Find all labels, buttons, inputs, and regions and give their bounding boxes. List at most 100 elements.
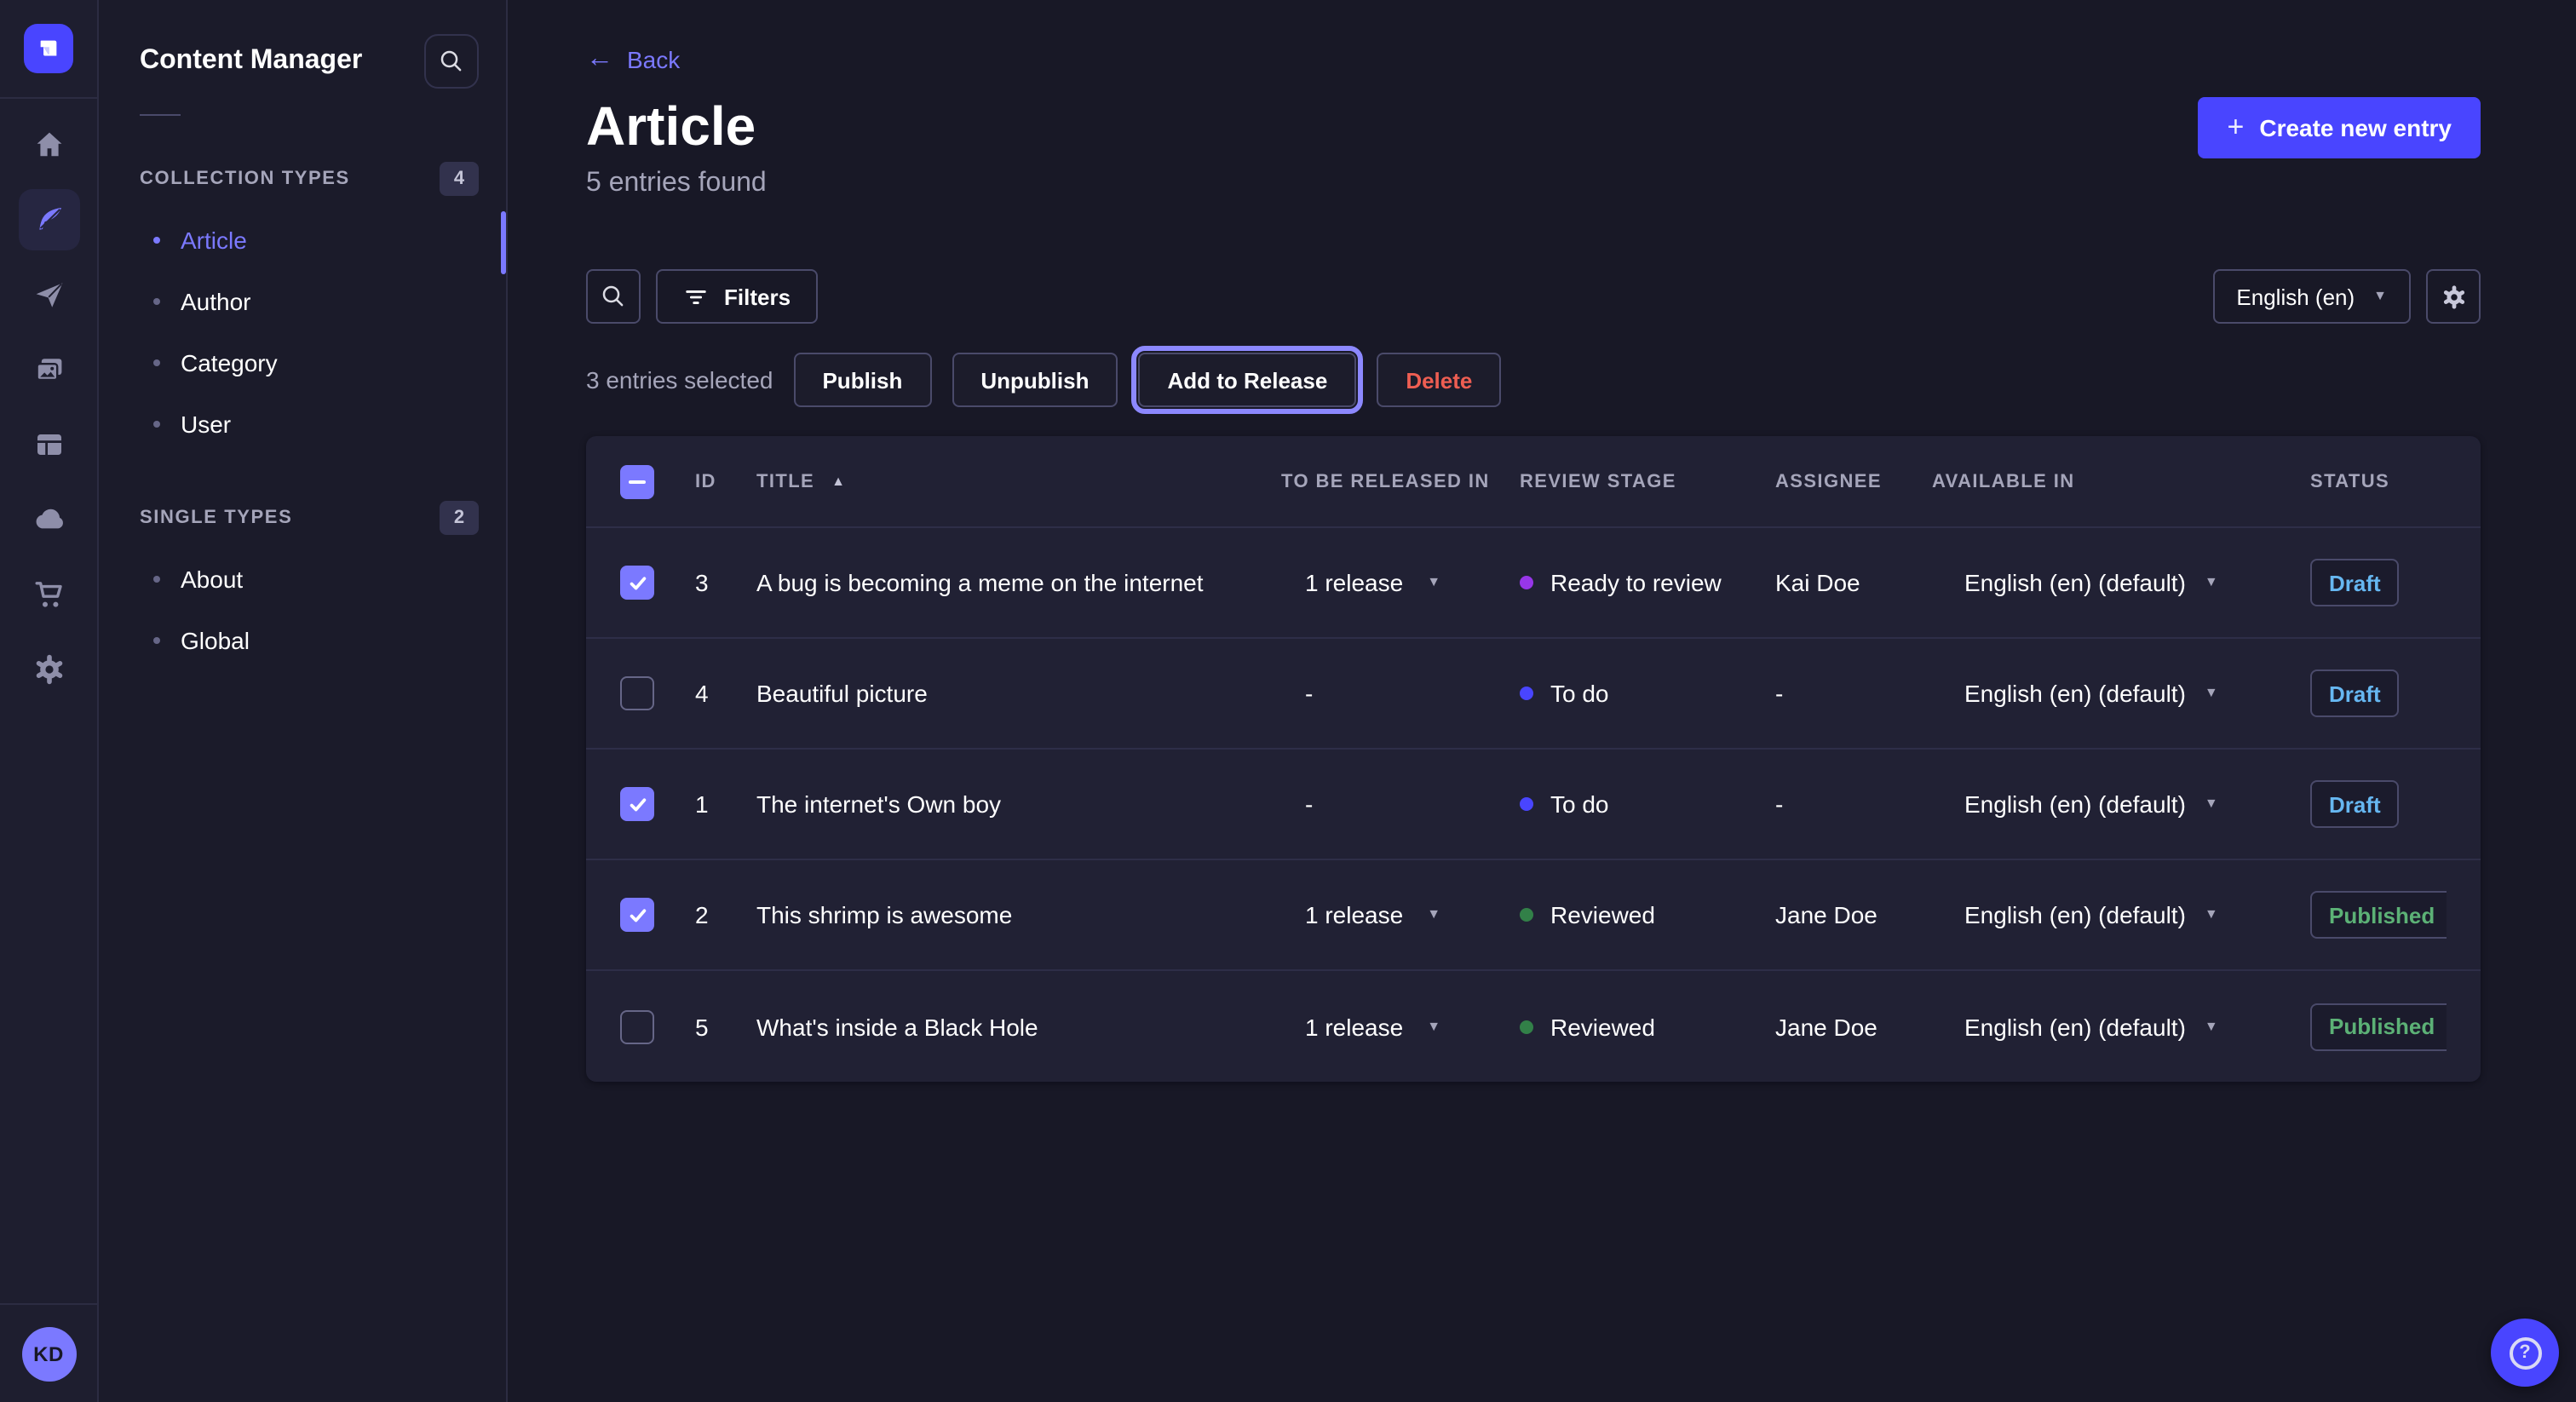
col-assignee: ASSIGNEE (1775, 471, 1932, 491)
select-all-checkbox[interactable] (620, 464, 654, 498)
subnav-item-about[interactable]: About (99, 549, 506, 610)
content-manager-icon[interactable] (18, 189, 79, 250)
selection-bar: 3 entries selected Publish Unpublish Add… (586, 351, 1501, 409)
release-cell[interactable]: 1 release ▼ (1281, 901, 1520, 928)
search-entries-button[interactable] (586, 269, 641, 324)
media-library-icon[interactable] (18, 339, 79, 400)
bullet-icon (153, 421, 160, 428)
filter-icon (683, 284, 709, 309)
release-cell[interactable]: - ▼ (1281, 680, 1520, 707)
release-cell[interactable]: 1 release ▼ (1281, 569, 1520, 596)
section-count-badge: 2 (440, 501, 479, 535)
chevron-down-icon[interactable]: ▼ (1427, 1020, 1440, 1033)
filters-button[interactable]: Filters (656, 269, 818, 324)
create-new-entry-button[interactable]: + Create new entry (2198, 97, 2481, 158)
available-in-cell[interactable]: English (en) (default) ▼ (1932, 680, 2310, 707)
subnav-item-article[interactable]: Article (99, 210, 506, 271)
subnav-item-category[interactable]: Category (99, 332, 506, 394)
chevron-down-icon[interactable]: ▼ (2205, 1020, 2218, 1033)
add-to-release-button[interactable]: Add to Release (1138, 353, 1356, 407)
search-button[interactable] (424, 34, 479, 89)
list-settings-button[interactable] (2426, 269, 2481, 324)
subnav-item-global[interactable]: Global (99, 610, 506, 671)
available-in-cell[interactable]: English (en) (default) ▼ (1932, 790, 2310, 818)
chevron-down-icon[interactable]: ▼ (2205, 908, 2218, 922)
status-badge: Draft (2310, 780, 2400, 828)
divider (140, 114, 181, 116)
bullet-icon (153, 637, 160, 644)
help-button[interactable]: ? (2491, 1319, 2559, 1387)
row-checkbox[interactable] (620, 1009, 654, 1043)
gear-icon (2439, 282, 2468, 311)
chevron-down-icon[interactable]: ▼ (1427, 576, 1440, 589)
entries-count: 5 entries found (586, 169, 767, 199)
bullet-icon (153, 359, 160, 366)
chevron-down-icon[interactable]: ▼ (2205, 576, 2218, 589)
table-row[interactable]: 2 This shrimp is awesome 1 release ▼ Rev… (586, 860, 2481, 971)
row-id: 3 (695, 569, 756, 596)
bullet-icon (153, 576, 160, 583)
locale-select[interactable]: English (en) ▼ (2212, 269, 2411, 324)
table-row[interactable]: 1 The internet's Own boy - ▼ To do - Eng… (586, 750, 2481, 860)
chevron-down-icon[interactable]: ▼ (2205, 797, 2218, 811)
unpublish-button[interactable]: Unpublish (952, 353, 1118, 407)
subnav-item-user[interactable]: User (99, 394, 506, 455)
subnav-item-label: User (181, 411, 231, 438)
bullet-icon (153, 298, 160, 305)
row-checkbox[interactable] (620, 898, 654, 932)
section-count-badge: 4 (440, 162, 479, 196)
col-status: STATUS (2310, 471, 2447, 491)
check-icon (626, 793, 648, 815)
content-manager-subnav: Content Manager COLLECTION TYPES 4 Artic… (99, 0, 508, 1402)
rail-icon-list (0, 114, 97, 700)
table-row[interactable]: 5 What's inside a Black Hole 1 release ▼… (586, 971, 2481, 1082)
row-title: The internet's Own boy (756, 790, 1281, 818)
status-cell: Draft (2310, 669, 2447, 717)
content-type-builder-icon[interactable] (18, 414, 79, 475)
available-in-cell[interactable]: English (en) (default) ▼ (1932, 901, 2310, 928)
col-review-stage: REVIEW STAGE (1520, 471, 1775, 491)
row-id: 5 (695, 1013, 756, 1040)
section-label: SINGLE TYPES (140, 508, 292, 528)
plus-icon: + (2227, 112, 2244, 141)
section-label: COLLECTION TYPES (140, 169, 350, 189)
status-badge: Published (2310, 891, 2447, 939)
row-title: What's inside a Black Hole (756, 1013, 1281, 1040)
row-checkbox[interactable] (620, 566, 654, 600)
subnav-item-author[interactable]: Author (99, 271, 506, 332)
sort-asc-icon[interactable]: ▲ (831, 474, 846, 488)
table-row[interactable]: 4 Beautiful picture - ▼ To do - English … (586, 639, 2481, 750)
assignee-cell: Jane Doe (1775, 1013, 1932, 1040)
home-icon[interactable] (18, 114, 79, 175)
marketplace-cart-icon[interactable] (18, 564, 79, 625)
settings-gear-icon[interactable] (18, 639, 79, 700)
available-in-cell[interactable]: English (en) (default) ▼ (1932, 1013, 2310, 1040)
chevron-down-icon[interactable]: ▼ (2205, 687, 2218, 700)
chevron-down-icon[interactable]: ▼ (1427, 908, 1440, 922)
releases-icon[interactable] (18, 264, 79, 325)
release-cell[interactable]: 1 release ▼ (1281, 1013, 1520, 1040)
check-icon (626, 572, 648, 594)
back-link[interactable]: ← Back (586, 46, 680, 73)
publish-button[interactable]: Publish (793, 353, 931, 407)
table-row[interactable]: 3 A bug is becoming a meme on the intern… (586, 528, 2481, 639)
row-checkbox[interactable] (620, 787, 654, 821)
status-badge: Draft (2310, 669, 2400, 717)
col-id: ID (695, 471, 756, 491)
row-checkbox[interactable] (620, 676, 654, 710)
back-arrow-icon: ← (586, 46, 613, 73)
release-cell[interactable]: - ▼ (1281, 790, 1520, 818)
subnav-section: COLLECTION TYPES 4 Article Author Catego… (99, 158, 506, 455)
active-indicator (501, 211, 506, 274)
status-cell: Draft (2310, 780, 2447, 828)
deploy-cloud-icon[interactable] (18, 489, 79, 550)
row-id: 2 (695, 901, 756, 928)
main-content: ← Back + Create new entry Article 5 entr… (508, 0, 2576, 1402)
available-in-cell[interactable]: English (en) (default) ▼ (1932, 569, 2310, 596)
strapi-logo[interactable] (24, 24, 73, 73)
delete-button[interactable]: Delete (1377, 353, 1501, 407)
col-available-in: AVAILABLE IN (1932, 471, 2310, 491)
row-id: 4 (695, 680, 756, 707)
table-header-row: ID TITLE ▲ TO BE RELEASED IN REVIEW STAG… (586, 436, 2481, 528)
user-avatar[interactable]: KD (21, 1327, 76, 1382)
